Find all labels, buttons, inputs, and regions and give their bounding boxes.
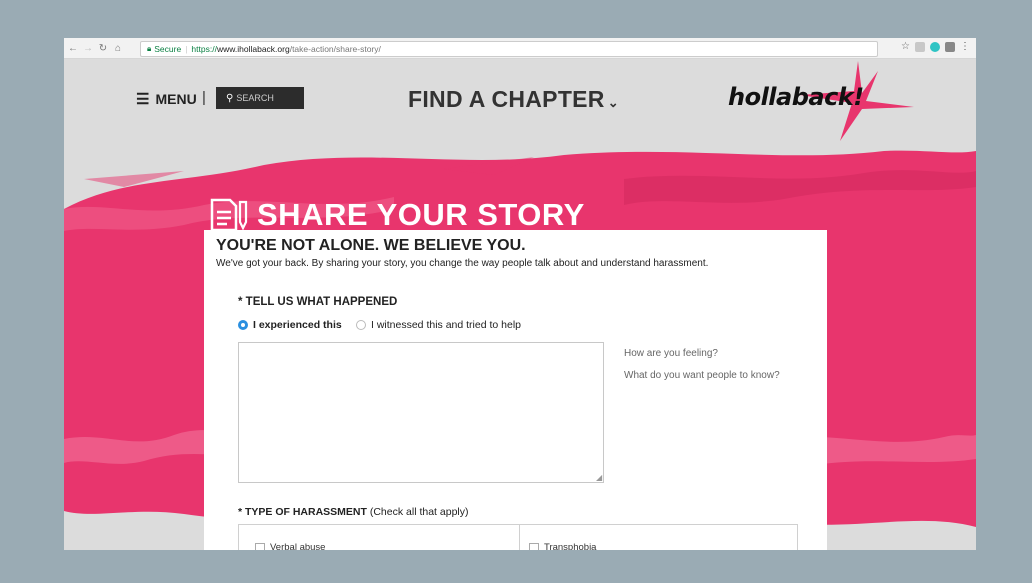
checkbox-verbal-abuse[interactable]: Verbal abuse bbox=[255, 542, 325, 550]
radio-experienced-label: I experienced this bbox=[253, 319, 342, 331]
browser-toolbar: ← → ↻ ⌂ 🔒︎ Secure | https://www.ihollaba… bbox=[64, 38, 976, 59]
find-chapter-dropdown[interactable]: FIND A CHAPTER ⌄ bbox=[408, 86, 619, 113]
search-icon: ⚲ bbox=[226, 92, 234, 104]
extension-icon[interactable] bbox=[915, 41, 925, 52]
extension-area: ☆ ⋮ bbox=[901, 41, 970, 52]
header-separator: | bbox=[202, 89, 206, 106]
menu-label: MENU bbox=[155, 91, 197, 107]
extension-icon[interactable] bbox=[930, 41, 940, 52]
extension-icon[interactable] bbox=[945, 41, 955, 52]
search-input[interactable]: ⚲ SEARCH bbox=[216, 87, 304, 109]
address-bar[interactable]: 🔒︎ Secure | https://www.ihollaback.org/t… bbox=[140, 41, 878, 57]
hollaback-logo[interactable]: hollaback! bbox=[728, 83, 864, 111]
back-icon[interactable]: ← bbox=[67, 43, 79, 54]
reload-icon[interactable]: ↻ bbox=[97, 43, 109, 54]
harassment-type-label-bold: * TYPE OF HARASSMENT bbox=[238, 506, 367, 518]
radio-witnessed[interactable]: I witnessed this and tried to help bbox=[356, 319, 521, 331]
harassment-type-label: * TYPE OF HARASSMENT (Check all that app… bbox=[238, 506, 468, 518]
story-textarea[interactable] bbox=[238, 342, 604, 483]
resize-handle-icon[interactable]: ◢ bbox=[596, 473, 602, 482]
form-headline: YOU'RE NOT ALONE. WE BELIEVE YOU. bbox=[216, 237, 526, 254]
forward-icon[interactable]: → bbox=[82, 43, 94, 54]
bookmark-star-icon[interactable]: ☆ bbox=[901, 41, 910, 52]
browser-window: ← → ↻ ⌂ 🔒︎ Secure | https://www.ihollaba… bbox=[64, 38, 976, 550]
radio-experienced[interactable]: I experienced this bbox=[238, 319, 342, 331]
search-placeholder: SEARCH bbox=[236, 93, 274, 103]
chevron-down-icon: ⌄ bbox=[607, 94, 619, 110]
url-host: www.ihollaback.org bbox=[216, 44, 290, 54]
radio-button-selected[interactable] bbox=[238, 320, 248, 330]
checkbox[interactable] bbox=[529, 542, 539, 550]
lock-icon: 🔒︎ bbox=[147, 44, 152, 53]
home-icon[interactable]: ⌂ bbox=[112, 43, 124, 54]
find-chapter-label: FIND A CHAPTER bbox=[408, 86, 605, 112]
more-options-icon[interactable]: ⋮ bbox=[960, 41, 970, 52]
hint-feeling: How are you feeling? bbox=[624, 348, 718, 359]
checkbox[interactable] bbox=[255, 542, 265, 550]
tell-us-label: * TELL US WHAT HAPPENED bbox=[238, 296, 398, 308]
checkbox-label: Verbal abuse bbox=[270, 542, 326, 550]
hint-know: What do you want people to know? bbox=[624, 370, 780, 381]
menu-button[interactable]: ☰ MENU bbox=[136, 90, 197, 108]
column-divider bbox=[519, 525, 520, 550]
url-scheme: https:// bbox=[191, 44, 217, 54]
checkbox-label: Transphobia bbox=[544, 542, 597, 550]
share-story-form: YOU'RE NOT ALONE. WE BELIEVE YOU. We've … bbox=[204, 230, 827, 550]
harassment-type-note: (Check all that apply) bbox=[366, 506, 469, 518]
web-page: ☰ MENU | ⚲ SEARCH FIND A CHAPTER ⌄ holla… bbox=[64, 59, 976, 550]
document-pencil-icon bbox=[210, 198, 248, 232]
url-path: /take-action/share-story/ bbox=[289, 44, 381, 54]
form-subline: We've got your back. By sharing your sto… bbox=[216, 258, 709, 269]
address-separator: | bbox=[185, 44, 188, 54]
radio-button[interactable] bbox=[356, 320, 366, 330]
harassment-type-checkboxes: Verbal abuse Transphobia bbox=[238, 524, 798, 550]
page-title-text: SHARE YOUR STORY bbox=[257, 197, 585, 232]
radio-witnessed-label: I witnessed this and tried to help bbox=[371, 319, 522, 331]
page-title: SHARE YOUR STORY bbox=[210, 197, 585, 233]
hamburger-icon: ☰ bbox=[136, 91, 150, 108]
checkbox-transphobia[interactable]: Transphobia bbox=[529, 542, 596, 550]
secure-label: Secure bbox=[154, 44, 182, 54]
